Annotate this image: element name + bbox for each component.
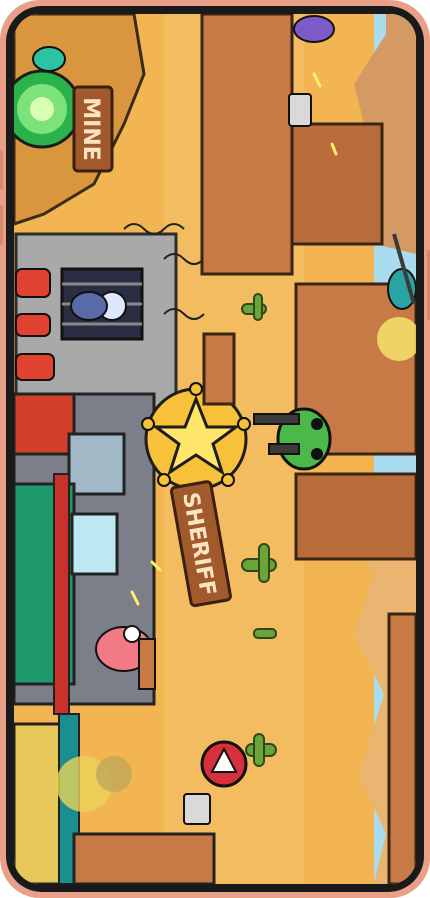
red-barrel <box>15 268 51 298</box>
portal-core <box>30 97 54 121</box>
phone-frame: MINE SHERIFF <box>0 0 430 898</box>
explosion-smoke-2 <box>96 756 132 792</box>
red-awning <box>53 473 70 715</box>
teal-creature <box>32 46 66 72</box>
game-screen[interactable]: MINE SHERIFF <box>14 14 416 884</box>
mine-sign: MINE <box>72 85 114 173</box>
warning-triangle-icon[interactable] <box>200 740 248 788</box>
canyon-wall-right <box>387 612 416 884</box>
volume-button-2 <box>0 205 3 245</box>
sandbag-turret <box>183 793 211 825</box>
canyon-wall-lower <box>294 472 416 561</box>
red-cart <box>14 392 76 456</box>
red-barrel-3 <box>15 353 55 381</box>
volume-button <box>0 150 3 190</box>
game-scene[interactable]: MINE SHERIFF <box>14 14 416 884</box>
wooden-post <box>202 332 236 406</box>
jail-prisoner-body <box>70 291 108 321</box>
office-window <box>67 432 126 496</box>
sandbag-turret-top <box>288 93 312 127</box>
purple-creature[interactable] <box>293 15 335 43</box>
shop-window <box>70 512 119 576</box>
mine-sign-label: MINE <box>78 97 103 161</box>
canyon-ledge <box>290 122 384 246</box>
wood-post <box>138 638 156 690</box>
red-barrel-2 <box>15 313 51 337</box>
canyon-wall-top <box>200 14 294 276</box>
wooden-crate-row <box>72 832 216 884</box>
pink-eye <box>123 625 141 643</box>
